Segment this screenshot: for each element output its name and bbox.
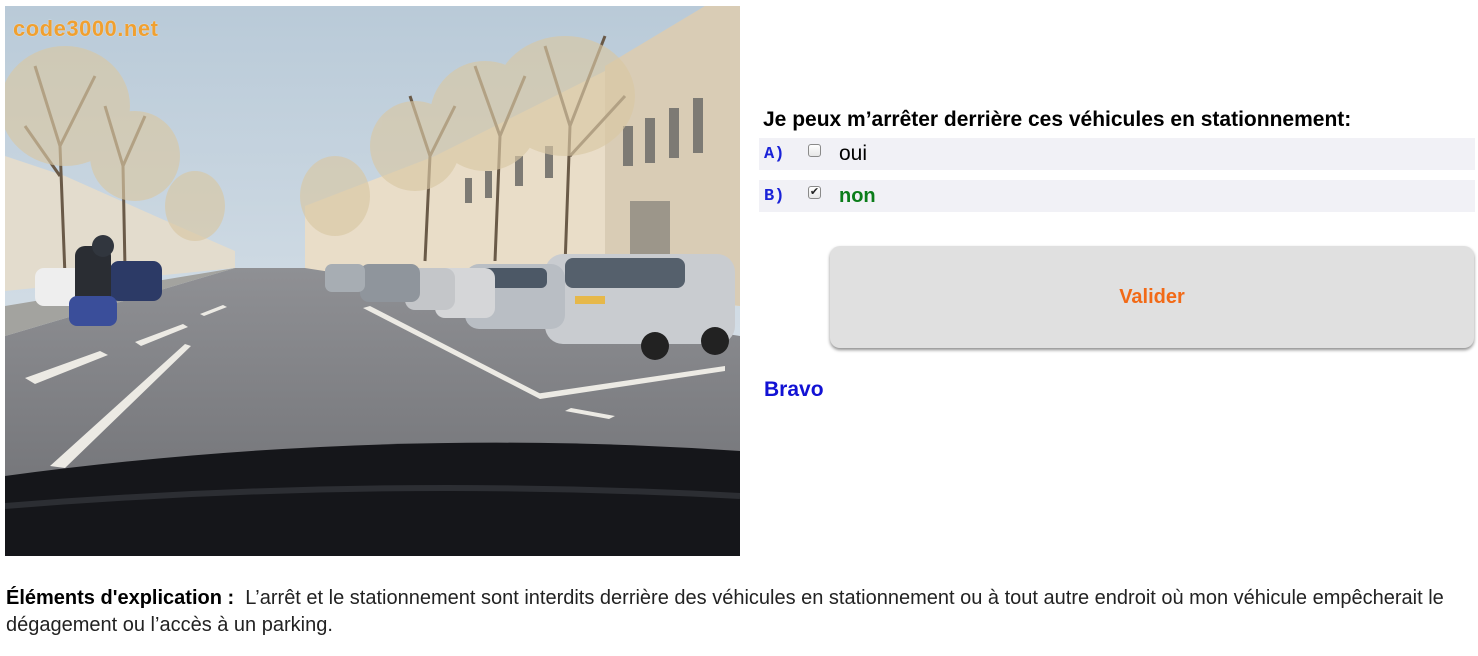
checkbox-icon[interactable] [808, 143, 821, 157]
checkbox-icon[interactable]: ✔ [808, 185, 821, 199]
explanation-block: Éléments d'explication : L’arrêt et le s… [6, 585, 1472, 639]
answer-option-b[interactable]: B) ✔ non [759, 180, 1475, 212]
road-scene-illustration [5, 6, 740, 556]
option-label: non [839, 184, 876, 207]
answer-option-a[interactable]: A) oui [759, 138, 1475, 170]
validate-button[interactable]: Valider [830, 246, 1474, 348]
option-label: oui [839, 142, 868, 165]
site-watermark: code3000.net [13, 16, 159, 41]
check-icon: ✔ [809, 185, 820, 198]
option-letter: A) [764, 144, 785, 164]
feedback-message: Bravo [764, 378, 824, 401]
explanation-label: Éléments d'explication : [6, 587, 235, 609]
option-letter: B) [764, 186, 785, 206]
question-text: Je peux m’arrêter derrière ces véhicules… [763, 108, 1352, 131]
road-scene-photo: code3000.net [5, 6, 740, 556]
